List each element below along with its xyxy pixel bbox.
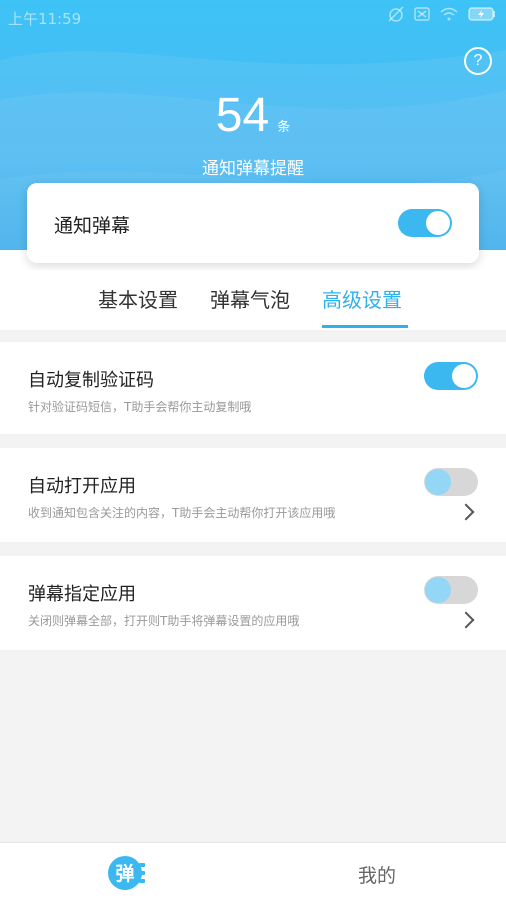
toggle-knob — [425, 577, 451, 603]
setting-row-auto-open-app[interactable]: 自动打开应用 收到通知包含关注的内容，T助手会主动帮你打开该应用哦 — [0, 448, 506, 542]
designated-apps-toggle[interactable] — [424, 576, 478, 604]
notification-toggle[interactable] — [398, 209, 452, 237]
count-unit: 条 — [277, 120, 291, 135]
notification-count: 54 条 — [0, 88, 506, 143]
setting-description: 收到通知包含关注的内容，T助手会主动帮你打开该应用哦 — [28, 506, 336, 520]
battery-icon — [468, 7, 495, 21]
setting-title: 自动打开应用 — [28, 476, 136, 497]
setting-description: 针对验证码短信，T助手会帮你主动复制哦 — [28, 400, 252, 414]
status-time: 上午11:59 — [8, 10, 82, 28]
tab-basic-settings[interactable]: 基本设置 — [98, 284, 178, 313]
tab-advanced-settings[interactable]: 高级设置 — [322, 284, 402, 313]
status-icons — [388, 6, 496, 22]
setting-title: 弹幕指定应用 — [28, 584, 136, 605]
no-sim-icon — [414, 7, 430, 21]
setting-title: 自动复制验证码 — [28, 370, 154, 391]
tab-bubble[interactable]: 弹幕气泡 — [210, 284, 290, 313]
notification-card: 通知弹幕 — [27, 183, 479, 263]
wifi-icon — [440, 7, 458, 21]
header-subtitle: 通知弹幕提醒 — [202, 159, 304, 179]
toggle-knob — [452, 364, 476, 388]
nav-danmaku-tab[interactable]: 弹 — [107, 853, 147, 893]
setting-description: 关闭则弹幕全部，打开则T助手将弹幕设置的应用哦 — [28, 614, 300, 628]
help-icon[interactable]: ? — [464, 47, 492, 75]
tab-bar: 基本设置 弹幕气泡 高级设置 — [0, 270, 506, 330]
danmaku-home-icon: 弹 — [108, 856, 145, 890]
chevron-right-icon — [457, 611, 475, 629]
nav-mine-tab[interactable]: 我的 — [358, 861, 396, 888]
nav-icon-char: 弹 — [115, 862, 134, 885]
setting-row-designated-apps[interactable]: 弹幕指定应用 关闭则弹幕全部，打开则T助手将弹幕设置的应用哦 — [0, 556, 506, 650]
status-bar: 上午11:59 — [0, 0, 506, 34]
toggle-knob — [425, 469, 451, 495]
alarm-icon — [388, 6, 404, 22]
chevron-right-icon — [457, 503, 475, 521]
notification-toggle-label: 通知弹幕 — [54, 215, 131, 237]
bottom-nav: 弹 我的 — [0, 842, 506, 901]
toggle-knob — [426, 211, 450, 235]
auto-copy-toggle[interactable] — [424, 362, 478, 390]
auto-open-toggle[interactable] — [424, 468, 478, 496]
count-number: 54 — [215, 89, 270, 142]
active-tab-indicator — [322, 325, 408, 328]
setting-row-auto-copy-code: 自动复制验证码 针对验证码短信，T助手会帮你主动复制哦 — [0, 342, 506, 434]
